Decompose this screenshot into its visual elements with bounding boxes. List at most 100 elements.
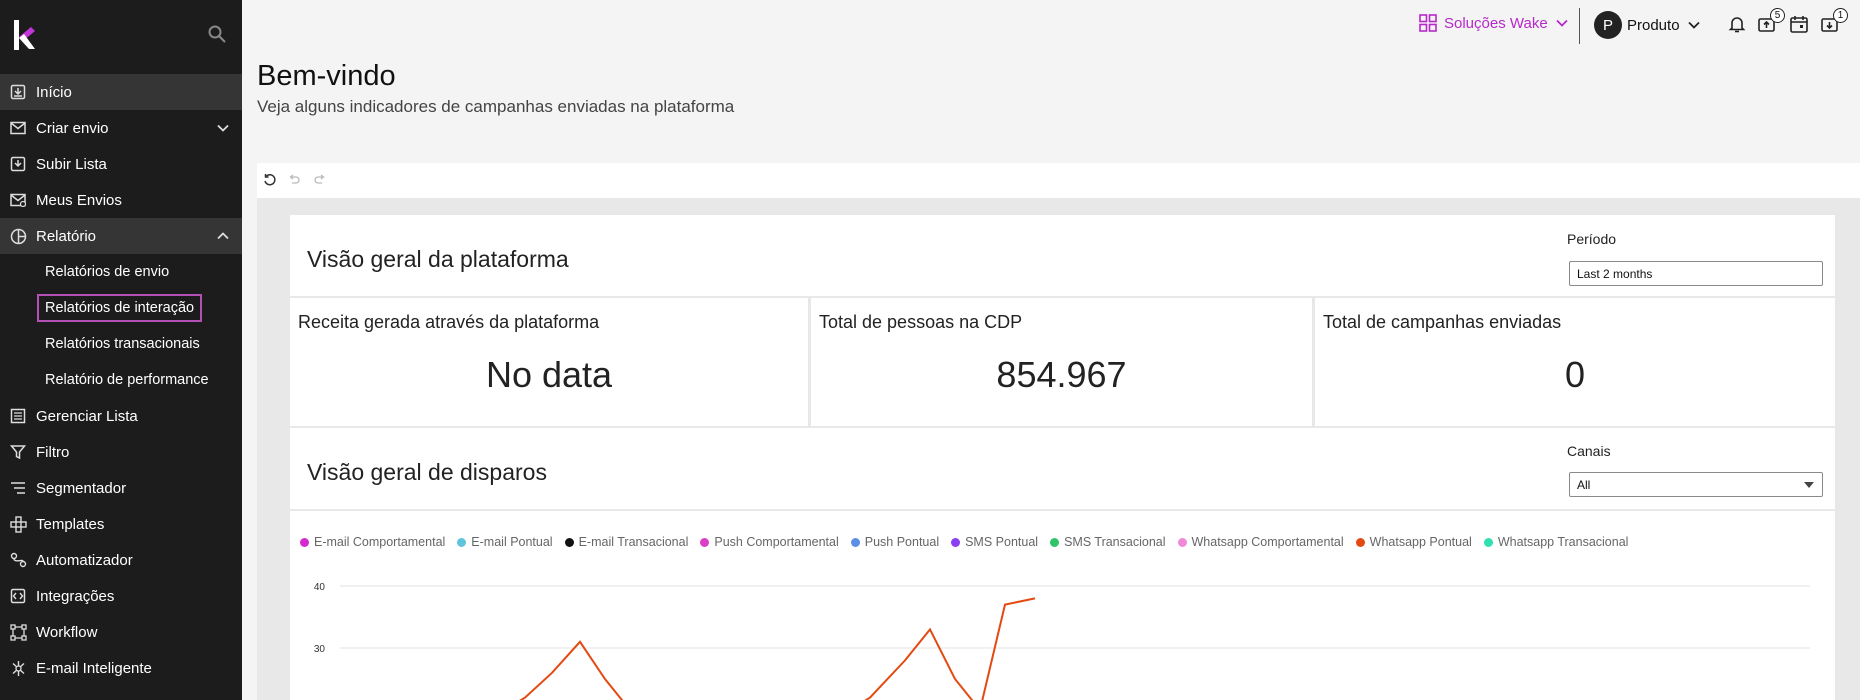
legend-item[interactable]: Whatsapp Comportamental <box>1177 535 1344 549</box>
sidebar-item-criar-envio[interactable]: Criar envio <box>0 110 242 146</box>
y-tick-label: 40 <box>314 582 326 593</box>
sidebar-item-subir-lista[interactable]: Subir Lista <box>0 146 242 182</box>
period-select[interactable]: Last 2 months <box>1569 261 1823 286</box>
kpi-card-revenue: Receita gerada através da plataforma No … <box>290 298 808 426</box>
chevron-down-icon <box>1556 19 1568 27</box>
user-menu[interactable]: P Produto <box>1594 11 1701 39</box>
apps-grid-icon <box>1419 14 1437 32</box>
downloads-badge: 1 <box>1833 8 1848 23</box>
search-icon[interactable] <box>207 24 227 44</box>
legend-label: SMS Pontual <box>965 535 1039 549</box>
sidebar-item-inicio[interactable]: Início <box>0 74 242 110</box>
legend-label: Whatsapp Comportamental <box>1191 535 1344 549</box>
integration-icon <box>9 587 27 605</box>
kpi-value: 854.967 <box>996 354 1127 395</box>
kpi-title: Total de campanhas enviadas <box>1323 312 1562 332</box>
legend-item[interactable]: Push Pontual <box>850 535 940 549</box>
kpi-title: Receita gerada através da plataforma <box>298 312 600 332</box>
sidebar-subitem-relatorios-transacionais[interactable]: Relatórios transacionais <box>0 326 242 362</box>
legend-item[interactable]: Whatsapp Transacional <box>1483 535 1628 549</box>
legend-item[interactable]: E-mail Transacional <box>564 535 688 549</box>
sidebar-item-gerenciar-lista[interactable]: Gerenciar Lista <box>0 398 242 434</box>
kpi-value: 0 <box>1564 354 1586 395</box>
chart-legend: E-mail Comportamental E-mail Pontual E-mai… <box>300 535 1640 549</box>
bell-icon[interactable] <box>1727 14 1747 34</box>
sidebar-item-segmentador[interactable]: Segmentador <box>0 470 242 506</box>
sidebar-item-integracoes[interactable]: Integrações <box>0 578 242 614</box>
sidebar-item-label: Subir Lista <box>36 155 107 173</box>
series-line-whatsapp-pontual <box>519 597 1036 700</box>
legend-dot <box>1483 537 1493 547</box>
legend-dot <box>300 537 309 547</box>
list-icon <box>9 407 27 425</box>
mail-icon <box>9 119 27 137</box>
legend-dot <box>564 537 574 547</box>
page-title: Bem-vindo <box>257 60 396 92</box>
sidebar-item-label: Workflow <box>36 623 98 641</box>
wake-logo[interactable] <box>12 20 36 50</box>
channels-value: All <box>1577 477 1591 492</box>
refresh-icon[interactable] <box>263 173 277 187</box>
sidebar-item-label: Início <box>36 83 72 101</box>
sidebar-item-label: E-mail Inteligente <box>36 659 152 677</box>
dropdown-arrow-icon <box>1804 482 1814 488</box>
legend-dot <box>700 537 710 547</box>
sidebar-item-label: Gerenciar Lista <box>36 407 138 425</box>
tasks-button[interactable]: 5 <box>1757 8 1785 34</box>
period-value: Last 2 months <box>1577 266 1653 281</box>
solutions-label: Soluções Wake <box>1444 14 1548 32</box>
legend-label: Push Pontual <box>864 535 940 549</box>
legend-item[interactable]: SMS Pontual <box>951 535 1038 549</box>
undo-icon[interactable] <box>287 173 301 187</box>
chevron-down-icon <box>1687 21 1700 29</box>
sidebar-subitem-relatorios-interacao[interactable]: Relatórios de interação <box>0 290 242 326</box>
legend-label: Push Comportamental <box>714 535 839 549</box>
overview-panel: Visão geral da plataforma Período Last 2… <box>290 215 1835 296</box>
sidebar-item-label: Automatizador <box>36 551 133 569</box>
sent-mail-icon <box>9 191 27 209</box>
legend-dot <box>1355 537 1365 547</box>
dispatch-title: Visão geral de disparos <box>307 459 547 485</box>
calendar-icon[interactable] <box>1789 14 1809 34</box>
downloads-button[interactable]: 1 <box>1820 8 1848 34</box>
sidebar-item-label: Integrações <box>36 587 115 605</box>
legend-label: SMS Transacional <box>1064 535 1166 549</box>
solutions-menu[interactable]: Soluções Wake <box>1419 14 1569 32</box>
legend-item[interactable]: SMS Transacional <box>1050 535 1166 549</box>
legend-label: E-mail Comportamental <box>314 535 446 549</box>
legend-dot <box>1050 537 1060 547</box>
kpi-value: No data <box>485 354 613 395</box>
sidebar-item-filtro[interactable]: Filtro <box>0 434 242 470</box>
chevron-down-icon[interactable] <box>216 121 230 135</box>
sidebar-item-relatorio[interactable]: Relatório <box>0 218 242 254</box>
sidebar-item-email-inteligente[interactable]: E-mail Inteligente <box>0 650 242 686</box>
sidebar-item-workflow[interactable]: Workflow <box>0 614 242 650</box>
sidebar-item-templates[interactable]: Templates <box>0 506 242 542</box>
sidebar-item-automatizador[interactable]: Automatizador <box>0 542 242 578</box>
chevron-up-icon[interactable] <box>216 229 230 243</box>
channels-label: Canais <box>1567 443 1611 459</box>
legend-label: Whatsapp Pontual <box>1369 535 1472 549</box>
channels-select[interactable]: All <box>1569 472 1823 497</box>
divider <box>1579 8 1580 44</box>
legend-item[interactable]: E-mail Comportamental <box>300 535 445 549</box>
legend-item[interactable]: Push Comportamental <box>700 535 839 549</box>
sidebar-subitem-relatorios-envio[interactable]: Relatórios de envio <box>0 254 242 290</box>
avatar: P <box>1594 11 1622 39</box>
smart-email-icon <box>9 659 27 677</box>
workflow-icon <box>9 623 27 641</box>
sidebar-item-label: Meus Envios <box>36 191 122 209</box>
upload-icon <box>9 155 27 173</box>
sidebar-item-meus-envios[interactable]: Meus Envios <box>0 182 242 218</box>
legend-item[interactable]: Whatsapp Pontual <box>1355 535 1472 549</box>
redo-icon[interactable] <box>313 173 327 187</box>
tasks-badge: 5 <box>1770 8 1785 23</box>
sidebar-item-label: Segmentador <box>36 479 127 497</box>
dispatch-panel: Visão geral de disparos Canais All <box>290 428 1835 509</box>
legend-item[interactable]: E-mail Pontual <box>457 535 553 549</box>
pie-chart-icon <box>9 227 27 245</box>
dashboard-toolbar <box>257 163 1860 198</box>
legend-dot <box>457 537 467 547</box>
legend-label: E-mail Pontual <box>471 535 553 549</box>
sidebar-subitem-relatorio-performance[interactable]: Relatório de performance <box>0 362 242 398</box>
